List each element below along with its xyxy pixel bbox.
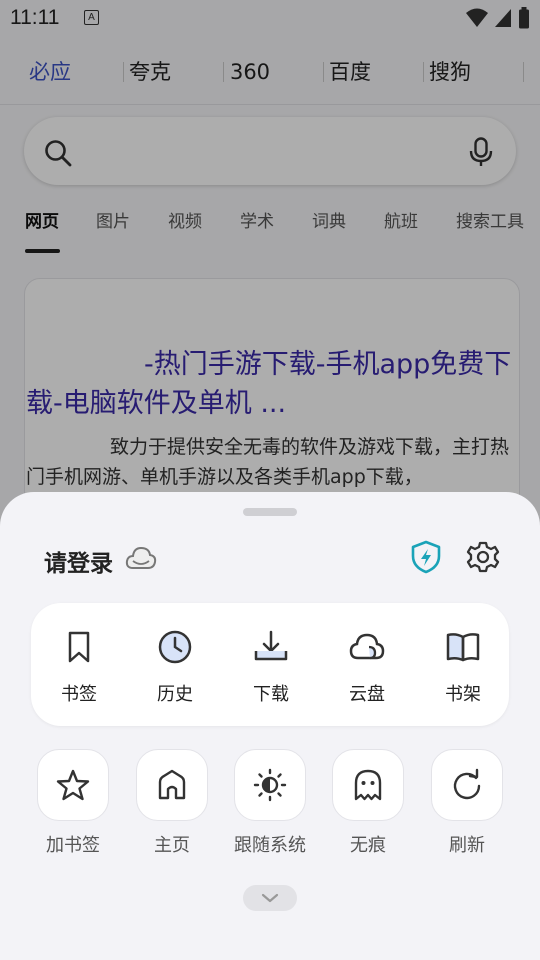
quick-label: 书签 bbox=[61, 684, 97, 705]
shield-bolt-icon[interactable] bbox=[409, 540, 443, 574]
chevron-down-icon bbox=[261, 893, 279, 903]
action-theme-follow-system[interactable]: 跟随系统 bbox=[222, 749, 318, 859]
quick-label: 云盘 bbox=[349, 684, 385, 705]
action-label: 加书签 bbox=[46, 835, 100, 856]
action-label: 无痕 bbox=[350, 835, 386, 856]
quick-access-panel: 书签 历史 下载 云盘 书架 bbox=[31, 603, 509, 726]
star-icon bbox=[56, 769, 90, 801]
action-button[interactable] bbox=[234, 749, 306, 821]
menu-bottom-sheet: 请登录 书签 历史 下载 云盘 书架 加书签 主页 跟随系统 无痕 刷新 bbox=[0, 492, 540, 960]
quick-label: 下载 bbox=[253, 684, 289, 705]
bookmark-icon bbox=[68, 631, 90, 663]
action-home[interactable]: 主页 bbox=[124, 749, 220, 859]
quick-downloads[interactable]: 下载 bbox=[223, 603, 319, 726]
theme-sun-icon bbox=[253, 768, 287, 802]
action-incognito[interactable]: 无痕 bbox=[320, 749, 416, 859]
action-button[interactable] bbox=[332, 749, 404, 821]
home-icon bbox=[158, 769, 186, 800]
incognito-ghost-icon bbox=[354, 769, 382, 801]
action-button[interactable] bbox=[431, 749, 503, 821]
action-label: 跟随系统 bbox=[234, 835, 306, 856]
action-button[interactable] bbox=[37, 749, 109, 821]
settings-gear-icon[interactable] bbox=[466, 540, 500, 574]
quick-label: 书架 bbox=[445, 684, 481, 705]
bookshelf-icon bbox=[446, 633, 480, 662]
cloud-sync-icon bbox=[125, 546, 157, 569]
collapse-sheet-button[interactable] bbox=[243, 885, 297, 911]
quick-history[interactable]: 历史 bbox=[127, 603, 223, 726]
history-clock-icon bbox=[158, 630, 192, 664]
action-refresh[interactable]: 刷新 bbox=[419, 749, 515, 859]
action-label: 刷新 bbox=[449, 835, 485, 856]
quick-label: 历史 bbox=[157, 684, 193, 705]
action-label: 主页 bbox=[154, 835, 190, 856]
action-add-bookmark[interactable]: 加书签 bbox=[25, 749, 121, 859]
quick-bookshelf[interactable]: 书架 bbox=[415, 603, 511, 726]
quick-cloud-drive[interactable]: 云盘 bbox=[319, 603, 415, 726]
sheet-drag-handle[interactable] bbox=[243, 508, 297, 516]
login-prompt[interactable]: 请登录 bbox=[44, 544, 113, 578]
download-icon bbox=[254, 630, 288, 661]
refresh-icon bbox=[453, 768, 481, 800]
cloud-drive-icon bbox=[349, 633, 385, 660]
action-button[interactable] bbox=[136, 749, 208, 821]
quick-bookmarks[interactable]: 书签 bbox=[31, 603, 127, 726]
